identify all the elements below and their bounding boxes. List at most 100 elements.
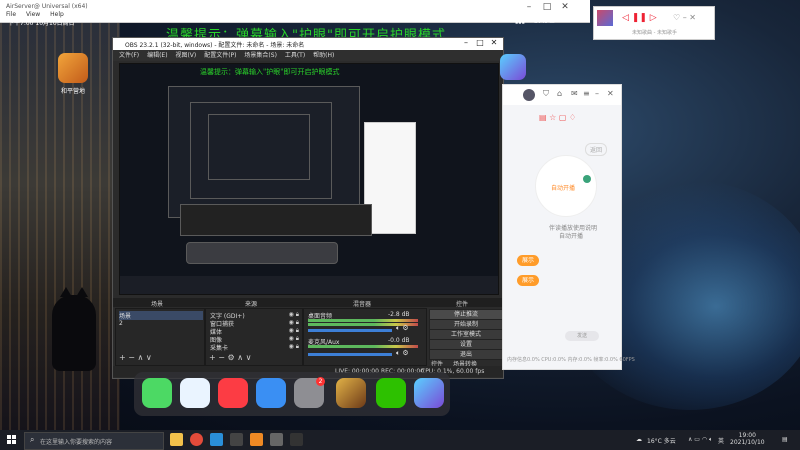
phone-time: 下午7:00 10月10日周日 — [8, 20, 75, 27]
assistant-window: ⛉ ⌂ ✉ ≡ – ✕ ▤ ☆ ▢ ♢ 返回 自动开播 伴读播放使用说明 自动开… — [502, 84, 635, 370]
previous-icon[interactable]: ◁ — [622, 13, 629, 23]
ime-indicator[interactable]: 英 — [718, 436, 724, 445]
file-explorer-icon[interactable] — [170, 433, 183, 446]
phone-status-icons: ▮▮▮ ◠ 57% ▭ — [515, 18, 555, 25]
music-icon[interactable] — [218, 378, 248, 408]
obs-menu-help[interactable]: 帮助(H) — [313, 52, 334, 59]
notification-icon[interactable]: ▤ — [782, 436, 788, 443]
hero-icon[interactable] — [414, 378, 444, 408]
weather-icon[interactable]: ☁ — [636, 436, 642, 443]
audio-meter — [308, 319, 418, 322]
taskbar-search[interactable]: ⌕ 在这里输入你要搜索的内容 — [24, 432, 164, 450]
hero-app-icon[interactable] — [500, 54, 526, 80]
gear-icon[interactable]: ⚙ — [228, 353, 235, 362]
peace-camp-app-icon[interactable] — [58, 53, 88, 83]
game-icon[interactable] — [336, 378, 366, 408]
volume-slider[interactable] — [308, 353, 392, 356]
up-icon[interactable]: ∧ — [138, 353, 144, 362]
minimize-icon[interactable]: – — [595, 89, 599, 98]
search-placeholder: 在这里输入你要搜索的内容 — [40, 439, 113, 446]
scene-item[interactable]: 场景 — [119, 311, 203, 320]
windows-start-icon[interactable] — [7, 435, 17, 445]
back-button[interactable]: 返回 — [585, 143, 608, 156]
up-icon[interactable]: ∧ — [237, 353, 243, 362]
auto-start-label: 自动开播 — [551, 185, 576, 192]
star-icon[interactable]: ☆ — [549, 113, 556, 122]
obs-menu-scene-collection[interactable]: 场景集合(S) — [244, 52, 277, 59]
menu-icon[interactable]: ≡ — [583, 89, 590, 98]
search-icon: ⌕ — [30, 435, 35, 444]
scenes-header: 场景 — [151, 301, 164, 308]
minimize-icon[interactable]: – — [520, 2, 538, 12]
heart-icon[interactable]: ♡ — [673, 13, 680, 22]
sources-header: 来源 — [245, 301, 258, 308]
taskbar-clock[interactable]: 19:00 2021/10/10 — [730, 432, 765, 446]
obs-window-controls: – □ ✕ — [459, 38, 501, 47]
show-button-1[interactable]: 展示 — [517, 255, 539, 266]
tray-icons[interactable]: ∧ ▭ ◠ 🔈︎ — [688, 436, 713, 444]
eye-icon[interactable]: ◉ 🔒︎ — [289, 335, 299, 343]
weather-text[interactable]: 16°C 多云 — [647, 436, 676, 445]
stat-item: 内存:0.0% — [567, 357, 592, 363]
close-icon[interactable]: ✕ — [607, 89, 614, 98]
avatar[interactable] — [523, 89, 535, 101]
airserver-taskbar-icon[interactable] — [270, 433, 283, 446]
obs-menu-edit[interactable]: 编辑(E) — [147, 52, 167, 59]
down-icon[interactable]: ∨ — [146, 353, 152, 362]
eye-icon[interactable]: ◉ 🔒︎ — [289, 343, 299, 351]
eye-icon[interactable]: ◉ 🔒︎ — [289, 311, 299, 319]
maximize-icon[interactable]: □ — [538, 2, 556, 12]
obs-title: OBS 23.2.1 (32-bit, windows) - 配置文件: 未命名… — [125, 42, 305, 49]
minimize-icon[interactable]: – — [683, 13, 687, 22]
close-icon[interactable]: ✕ — [556, 2, 574, 12]
messages-icon[interactable] — [142, 378, 172, 408]
scene-item[interactable]: 2 — [119, 320, 123, 327]
obs-menu-view[interactable]: 视图(V) — [175, 52, 196, 59]
assistant-taskbar-icon[interactable] — [250, 433, 263, 446]
mail-icon[interactable] — [256, 378, 286, 408]
edge-icon[interactable] — [210, 433, 223, 446]
gift-icon[interactable]: ⌂ — [557, 89, 562, 98]
close-icon[interactable]: ✕ — [487, 38, 501, 47]
source-item[interactable]: 采集卡 — [210, 343, 228, 352]
volume-slider[interactable] — [308, 329, 392, 332]
down-icon[interactable]: ∨ — [246, 353, 252, 362]
add-icon[interactable]: + — [119, 353, 126, 362]
mixer-track-db: -0.0 dB — [388, 337, 410, 344]
obs-window: OBS 23.2.1 (32-bit, windows) - 配置文件: 未命名… — [112, 37, 504, 379]
speaker-icon[interactable]: 🔈︎ ⚙ — [396, 324, 409, 333]
eye-icon[interactable]: ◉ 🔒︎ — [289, 319, 299, 327]
safari-icon[interactable] — [180, 378, 210, 408]
close-icon[interactable]: ✕ — [689, 13, 696, 22]
obs-titlebar: OBS 23.2.1 (32-bit, windows) - 配置文件: 未命名… — [113, 38, 503, 50]
bell-icon[interactable]: ♢ — [569, 113, 576, 122]
add-icon[interactable]: + — [209, 353, 216, 362]
show-button-2[interactable]: 展示 — [517, 275, 539, 286]
send-input[interactable]: 发送 — [565, 331, 599, 341]
obs-icon[interactable] — [230, 433, 243, 446]
obs-menu-file[interactable]: 文件(F) — [119, 52, 139, 59]
assistant-hint-2: 自动开播 — [559, 233, 584, 240]
calendar-icon[interactable]: ▤ — [539, 113, 547, 122]
obs-menu-profile[interactable]: 配置文件(P) — [204, 52, 236, 59]
battery-percent: 57% — [533, 18, 548, 25]
remove-icon[interactable]: − — [218, 353, 225, 362]
speaker-icon[interactable]: 🔈︎ ⚙ — [396, 349, 409, 358]
mail-icon[interactable]: ✉ — [571, 89, 578, 98]
maximize-icon[interactable]: □ — [473, 38, 487, 47]
shirt-icon[interactable]: ⛉ — [543, 89, 549, 99]
obs-preview[interactable]: 温馨提示：弹幕输入"护眼"即可开启护眼模式 — [119, 63, 499, 295]
minimize-icon[interactable]: – — [459, 38, 473, 47]
stat-item: CPU:0.0% — [541, 357, 566, 363]
box-icon[interactable]: ▢ — [559, 113, 567, 122]
remove-icon[interactable]: − — [128, 353, 135, 362]
obs-menu-tools[interactable]: 工具(T) — [285, 52, 305, 59]
next-icon[interactable]: ▷ — [650, 13, 657, 23]
chrome-icon[interactable] — [190, 433, 203, 446]
pause-icon[interactable]: ❚❚ — [632, 13, 647, 23]
controls-header: 控件 — [456, 301, 469, 308]
music-subtitle: 未知歌曲 - 未知歌手 — [632, 30, 677, 36]
wechat-icon[interactable] — [376, 378, 406, 408]
app-taskbar-icon[interactable] — [290, 433, 303, 446]
eye-icon[interactable]: ◉ 🔒︎ — [289, 327, 299, 335]
